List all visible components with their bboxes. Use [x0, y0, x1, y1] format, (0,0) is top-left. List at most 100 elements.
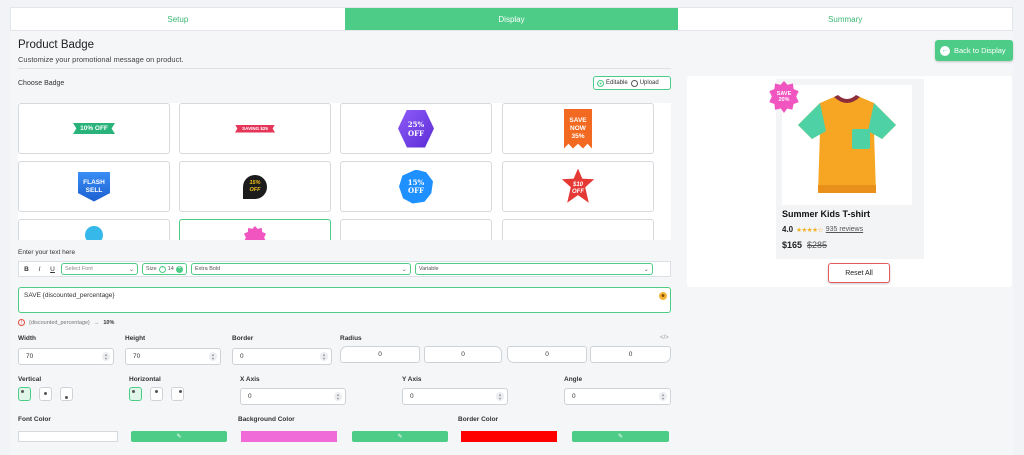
- variable-select[interactable]: Variable ⌄: [414, 263, 653, 275]
- badge-option[interactable]: 25% OFF: [340, 103, 492, 154]
- y-axis-input[interactable]: 0 ▲ ▼: [402, 388, 508, 405]
- size-value: 14: [167, 266, 174, 272]
- border-label: Border: [232, 335, 254, 342]
- emoji-icon[interactable]: ☻: [659, 292, 667, 300]
- vertical-label: Vertical: [18, 376, 42, 383]
- mode-upload[interactable]: Upload: [630, 79, 659, 87]
- stepper-icon[interactable]: ▲ ▼: [209, 352, 217, 361]
- hint-token: {discounted_percentage}: [29, 319, 90, 326]
- background-color-label: Background Color: [238, 416, 295, 423]
- badge-option[interactable]: SAVE NOW 35%: [502, 103, 654, 154]
- badge-line: OFF: [249, 186, 261, 193]
- product-image: [782, 85, 912, 205]
- increase-size-button[interactable]: +: [175, 265, 183, 273]
- vertical-middle-button[interactable]: [39, 387, 52, 401]
- border-color-swatch[interactable]: [461, 431, 557, 442]
- badge-option[interactable]: FLASH SELL: [18, 161, 170, 212]
- x-axis-value: 0: [248, 393, 252, 400]
- font-size-stepper: Size − 14 +: [142, 263, 187, 275]
- font-weight-select[interactable]: Extra Bold ⌄: [190, 263, 411, 275]
- radius-top-right-input[interactable]: 0: [424, 346, 502, 363]
- reviews-link[interactable]: 935 reviews: [826, 226, 863, 233]
- horizontal-right-button[interactable]: [171, 387, 184, 401]
- horizontal-center-button[interactable]: [150, 387, 163, 401]
- reset-all-button[interactable]: Reset All: [828, 263, 890, 283]
- width-value: 70: [26, 353, 34, 360]
- stepper-icon[interactable]: ▲ ▼: [334, 392, 342, 401]
- horizontal-left-button[interactable]: [129, 387, 142, 401]
- chevron-down-icon: ⌄: [401, 266, 407, 273]
- width-label: Width: [18, 335, 36, 342]
- border-input[interactable]: 0 ▲ ▼: [232, 348, 332, 365]
- angle-input[interactable]: 0 ▲ ▼: [564, 388, 671, 405]
- font-color-picker-button[interactable]: ✎: [131, 431, 227, 442]
- font-color-swatch[interactable]: [18, 431, 118, 442]
- stepper-icon[interactable]: ▲ ▼: [659, 392, 667, 401]
- dot-icon: [132, 390, 135, 393]
- radius-bottom-left-input[interactable]: 0: [507, 346, 587, 363]
- radius-bottom-right-input[interactable]: 0: [590, 346, 671, 363]
- radius-value: 0: [378, 351, 382, 358]
- decrease-size-button[interactable]: −: [158, 265, 166, 273]
- dot-icon: [65, 396, 68, 399]
- font-select[interactable]: Select Font ⌄: [61, 263, 138, 275]
- stepper-icon[interactable]: ▲ ▼: [102, 352, 110, 361]
- text-toolbar: B I U Select Font ⌄ Size − 14 + Extra Bo…: [18, 261, 671, 277]
- radio-editable[interactable]: [597, 79, 604, 87]
- badge-mode-toggle: Editable Upload: [593, 76, 671, 90]
- background-color-swatch[interactable]: [241, 431, 337, 442]
- badge-option[interactable]: 10% OFF: [18, 103, 170, 154]
- radius-value: 0: [628, 351, 633, 358]
- badge-option[interactable]: [502, 219, 654, 240]
- bold-button[interactable]: B: [22, 264, 31, 275]
- badge-option[interactable]: [340, 219, 492, 240]
- page-title: Product Badge: [18, 39, 95, 51]
- badge-circle: [85, 226, 103, 240]
- badge-option[interactable]: $10 OFF: [502, 161, 654, 212]
- badge-line: SAVE: [569, 116, 587, 124]
- pencil-icon: ✎: [397, 434, 403, 440]
- radius-label: Radius: [340, 335, 362, 342]
- tab-setup[interactable]: Setup: [11, 8, 345, 30]
- badge-line: OFF: [572, 188, 584, 195]
- arrow-left-icon: ←: [940, 45, 950, 56]
- stepper-icon[interactable]: ▲ ▼: [320, 352, 328, 361]
- mode-editable-label: Editable: [606, 80, 628, 86]
- tab-display[interactable]: Display: [344, 8, 679, 30]
- height-input[interactable]: 70 ▲ ▼: [125, 348, 221, 365]
- radio-upload[interactable]: [630, 79, 638, 87]
- font-weight-value: Extra Bold: [194, 266, 221, 272]
- badge-shield: FLASH SELL: [78, 171, 110, 202]
- badge-option[interactable]: 15% OFF: [179, 161, 331, 212]
- divider: [18, 68, 671, 69]
- code-icon[interactable]: </>: [660, 335, 669, 341]
- mode-editable[interactable]: Editable: [597, 79, 628, 87]
- back-button-label: Back to Display: [954, 46, 1006, 55]
- border-color-picker-button[interactable]: ✎: [572, 431, 669, 442]
- badge-text-input[interactable]: SAVE {discounted_percentage} ☻: [18, 287, 671, 313]
- badge-line: 35%: [571, 132, 585, 140]
- width-input[interactable]: 70 ▲ ▼: [18, 348, 114, 365]
- vertical-bottom-button[interactable]: [60, 387, 73, 401]
- back-to-display-button[interactable]: ← Back to Display: [935, 40, 1013, 61]
- page-subtitle: Customize your promotional message on pr…: [18, 55, 184, 64]
- badge-option[interactable]: 15% OFF: [340, 161, 492, 212]
- warning-icon: !: [18, 319, 25, 326]
- radius-value: 0: [461, 351, 465, 358]
- x-axis-input[interactable]: 0 ▲ ▼: [240, 388, 346, 405]
- underline-button[interactable]: U: [48, 264, 57, 275]
- badge-option-selected[interactable]: [179, 219, 331, 240]
- italic-button[interactable]: I: [35, 264, 44, 275]
- product-name: Summer Kids T-shirt: [782, 209, 871, 219]
- badge-option[interactable]: SAVING $25: [179, 103, 331, 154]
- height-label: Height: [125, 335, 146, 342]
- background-color-picker-button[interactable]: ✎: [352, 431, 448, 442]
- pencil-icon: ✎: [176, 434, 182, 440]
- vertical-top-button[interactable]: [18, 387, 31, 401]
- radius-top-left-input[interactable]: 0: [340, 346, 420, 363]
- tab-summary[interactable]: Summary: [678, 8, 1012, 30]
- dot-icon: [21, 390, 24, 393]
- border-color-label: Border Color: [458, 416, 499, 423]
- stepper-icon[interactable]: ▲ ▼: [496, 392, 504, 401]
- badge-option[interactable]: [18, 219, 170, 240]
